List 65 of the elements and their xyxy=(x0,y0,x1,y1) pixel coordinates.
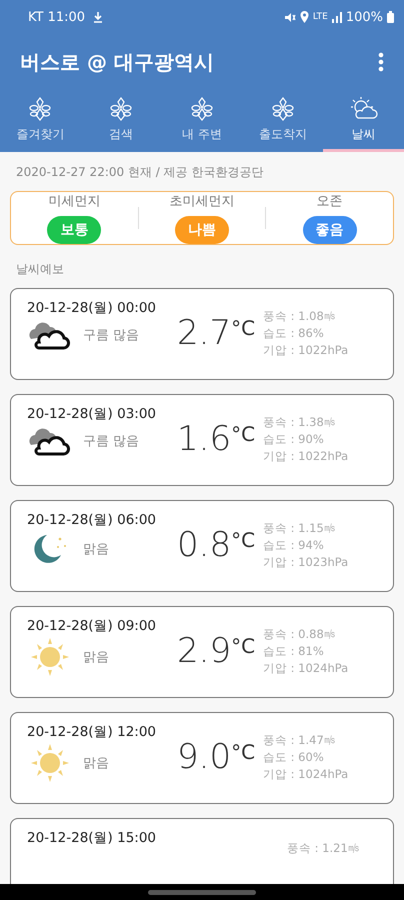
wind-speed: 풍속 : 1.47㎧ xyxy=(263,733,337,748)
forecast-time: 20-12-28(월) 03:00 xyxy=(27,405,158,423)
home-handle[interactable] xyxy=(148,890,256,894)
wind-speed: 풍속 : 1.08㎧ xyxy=(263,309,337,324)
sky-condition: 구름 많음 xyxy=(83,327,140,344)
download-icon xyxy=(93,11,104,23)
forecast-time: 20-12-28(월) 00:00 xyxy=(27,299,158,317)
tab[interactable]: 출도착지 xyxy=(242,90,324,152)
humidity: 습도 : 60% xyxy=(263,750,325,765)
pressure: 기압 : 1024hPa xyxy=(263,767,348,782)
pressure: 기압 : 1023hPa xyxy=(263,555,348,570)
mute-icon xyxy=(284,12,296,22)
tab[interactable]: 즐겨찾기 xyxy=(0,90,81,152)
signal-icon xyxy=(332,12,342,22)
tab[interactable]: 검색 xyxy=(80,90,162,152)
humidity: 습도 : 94% xyxy=(263,538,325,553)
temperature-unit: °C xyxy=(231,421,256,446)
temperature: 9.0 xyxy=(177,737,232,777)
pollutant-name: 오존 xyxy=(316,193,343,210)
temperature-unit: °C xyxy=(231,527,256,552)
sky-condition: 구름 많음 xyxy=(83,433,140,450)
pollutant-name: 미세먼지 xyxy=(48,193,100,210)
tab[interactable]: 내 주변 xyxy=(162,90,242,152)
pressure: 기압 : 1022hPa xyxy=(263,343,348,358)
grade-badge: 좋음 xyxy=(302,216,357,244)
more-menu-icon[interactable] xyxy=(378,52,384,72)
forecast-time: 20-12-28(월) 09:00 xyxy=(27,617,158,635)
temperature: 2.9 xyxy=(177,631,232,671)
grade-badge: 보통 xyxy=(47,216,102,244)
pressure: 기압 : 1024hPa xyxy=(263,661,348,676)
wind-speed: 풍속 : 1.21㎧ xyxy=(287,841,360,856)
network-label: LTE xyxy=(312,12,328,22)
temperature-unit: °C xyxy=(231,633,256,658)
tab[interactable]: 날씨 xyxy=(323,90,404,152)
air-quality-source: 2020-12-27 22:00 현재 / 제공 한국환경공단 xyxy=(15,164,264,181)
temperature-unit: °C xyxy=(231,315,256,340)
forecast-time: 20-12-28(월) 15:00 xyxy=(27,829,158,847)
sky-condition: 맑음 xyxy=(83,541,109,558)
forecast-time: 20-12-28(월) 06:00 xyxy=(27,511,158,529)
humidity: 습도 : 81% xyxy=(263,644,325,659)
wind-speed: 풍속 : 1.15㎧ xyxy=(263,521,337,536)
wind-speed: 풍속 : 0.88㎧ xyxy=(263,627,337,642)
status-carrier-time: KT 11:00 xyxy=(28,10,86,24)
battery-level: 100% xyxy=(346,10,383,24)
temperature: 1.6 xyxy=(177,419,232,459)
sky-condition: 맑음 xyxy=(83,755,109,772)
grade-badge: 나쁨 xyxy=(175,216,229,244)
wind-speed: 풍속 : 1.38㎧ xyxy=(263,415,337,430)
section-title: 날씨예보 xyxy=(15,261,65,278)
battery-icon xyxy=(387,11,394,23)
forecast-time: 20-12-28(월) 12:00 xyxy=(27,723,158,741)
app-title: 버스로 @ 대구광역시 xyxy=(20,48,214,76)
flower-icon xyxy=(29,96,52,122)
flower-icon xyxy=(110,96,132,122)
flower-icon xyxy=(190,96,213,122)
flower-icon xyxy=(272,96,294,122)
temperature: 2.7 xyxy=(177,313,232,353)
humidity: 습도 : 90% xyxy=(263,432,325,447)
pollutant-name: 초미세먼지 xyxy=(170,193,234,210)
location-icon xyxy=(300,11,309,23)
temperature: 0.8 xyxy=(177,525,232,565)
sky-condition: 맑음 xyxy=(83,649,109,666)
pressure: 기압 : 1022hPa xyxy=(263,449,348,464)
temperature-unit: °C xyxy=(231,739,256,764)
humidity: 습도 : 86% xyxy=(263,326,325,341)
